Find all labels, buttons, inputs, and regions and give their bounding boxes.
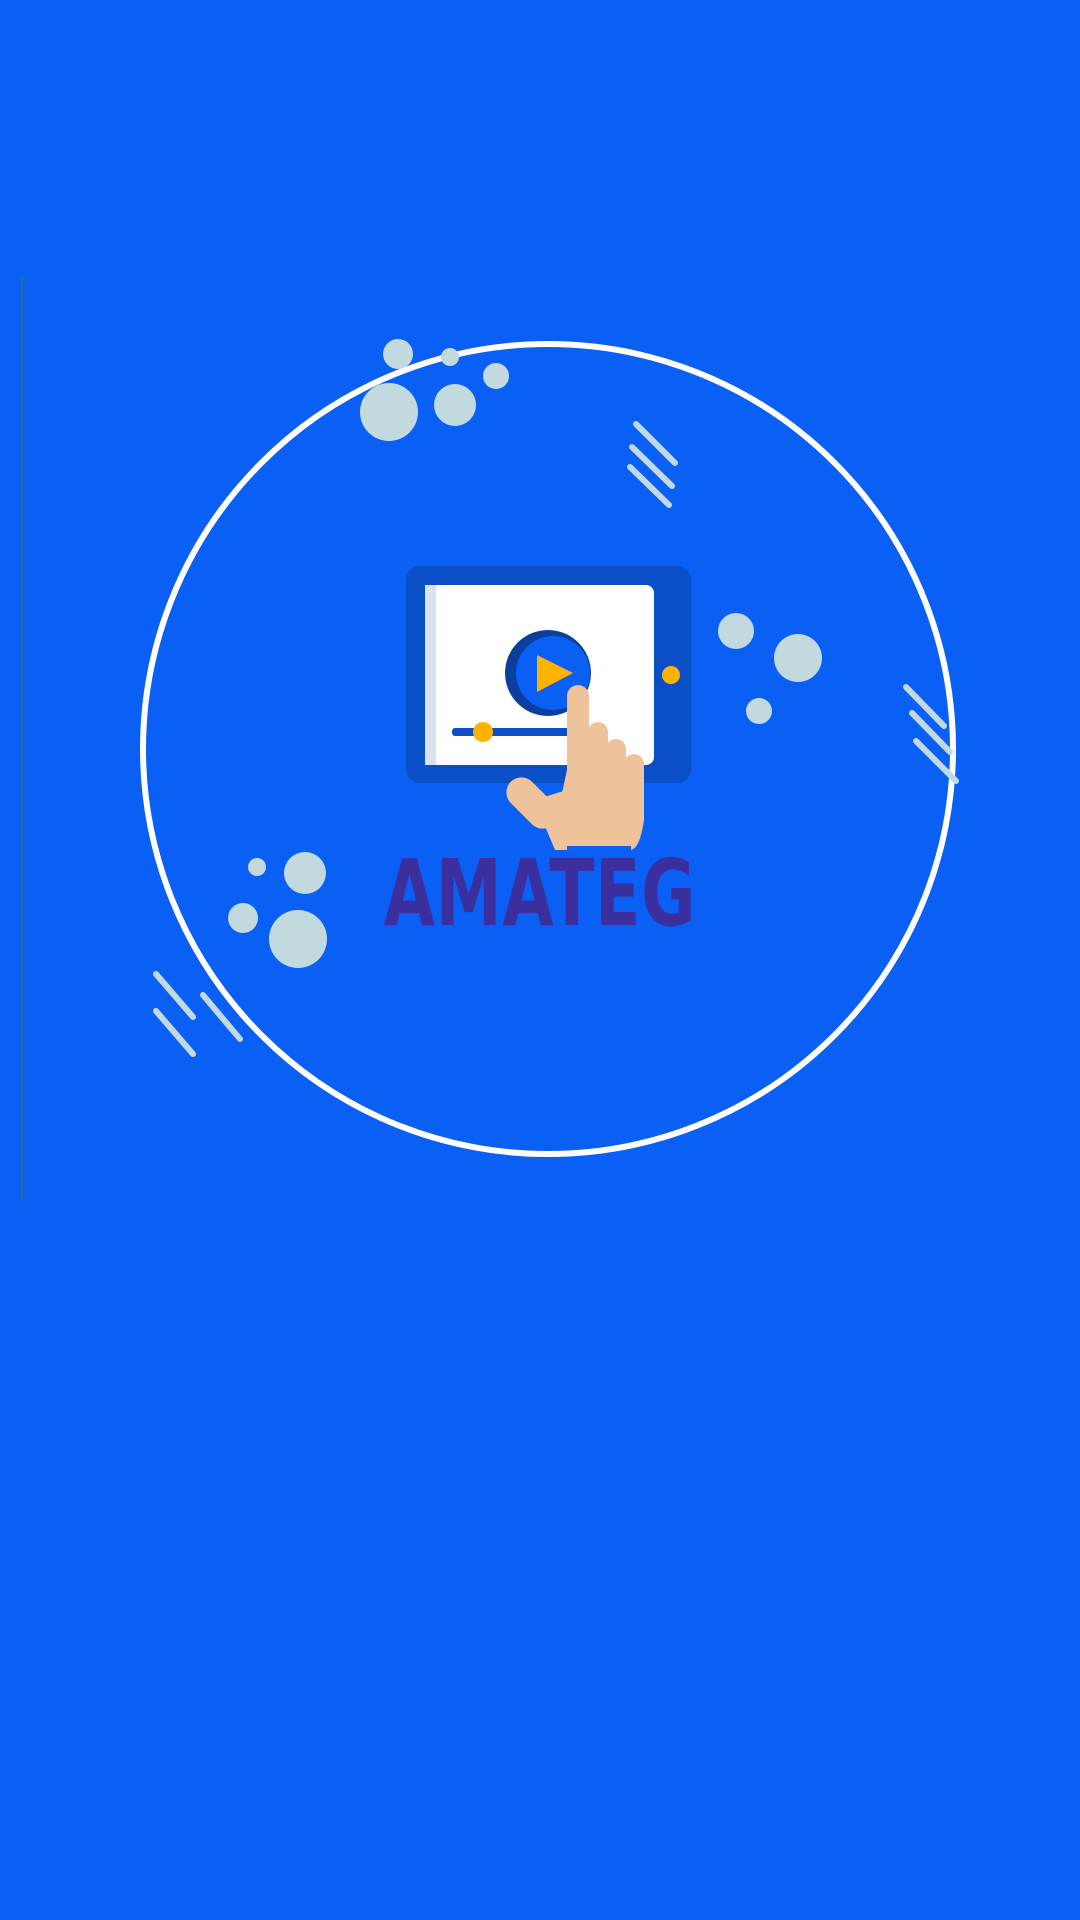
- splash-screen: AMATEG: [0, 0, 1080, 1920]
- slashes-top-decoration: [627, 421, 678, 508]
- bubbles-top-decoration: [360, 339, 509, 441]
- splash-illustration: [140, 339, 959, 1157]
- slashes-left-decoration: [153, 971, 243, 1057]
- video-tablet-icon: [406, 566, 691, 783]
- tablet-button-dot: [662, 666, 680, 684]
- bubbles-right-decoration: [718, 613, 822, 724]
- brand-name: AMATEG: [383, 840, 697, 947]
